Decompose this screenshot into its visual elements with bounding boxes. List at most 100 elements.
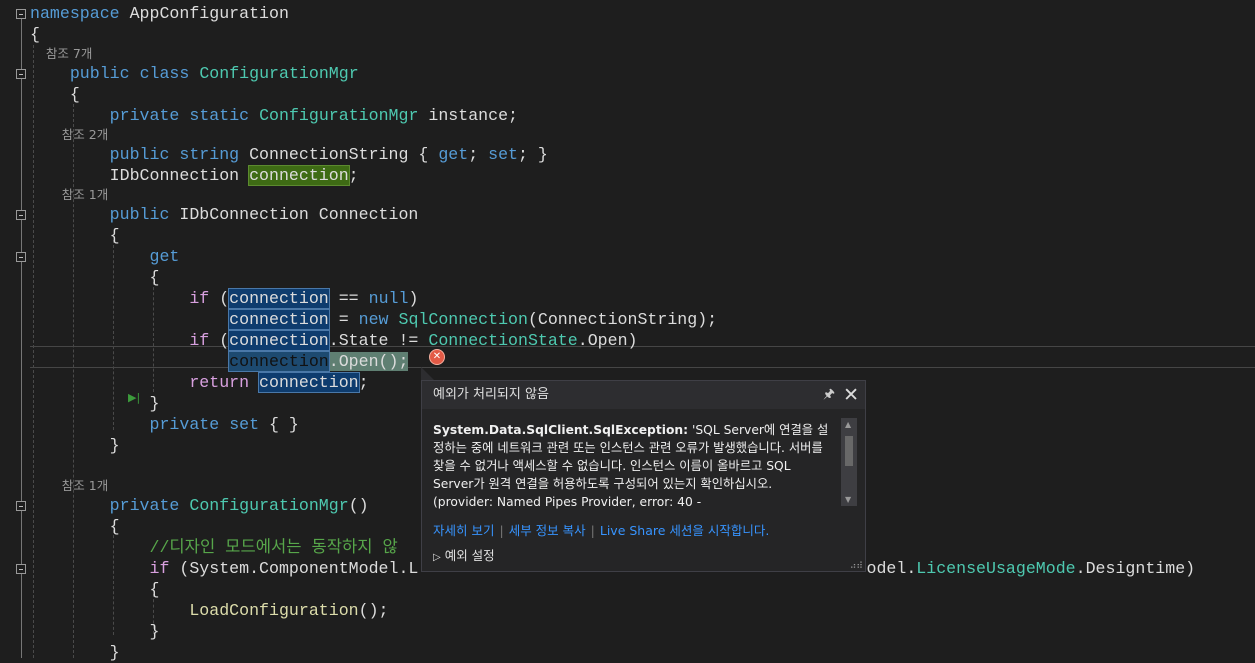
code-token: connection [258,372,360,393]
code-token: { [30,268,160,287]
code-token: null [368,289,409,308]
code-line: connection.Open(); [30,351,409,372]
collapse-icon[interactable] [16,564,26,574]
scroll-thumb[interactable] [845,436,853,466]
code-token: = [328,310,359,329]
collapse-icon[interactable] [16,9,26,19]
scroll-up-icon[interactable]: ▲ [845,420,851,429]
code-token: new [358,310,389,329]
code-token: (); [358,601,389,620]
code-token: 참조 1개 [30,187,109,202]
error-icon[interactable]: ✕ [429,349,445,365]
popup-title: 예외가 처리되지 않음 [433,387,549,402]
live-share-link[interactable]: Live Share 세션을 시작합니다. [600,523,770,538]
code-token: { [30,226,120,245]
code-token: { } [259,415,299,434]
code-token: .State != [328,331,429,350]
divider: | [590,523,595,538]
code-line: IDbConnection connection; [30,165,359,186]
code-token: (System.ComponentModel.L [169,559,419,578]
collapse-icon[interactable] [16,252,26,262]
code-token: SqlConnection [398,310,528,329]
close-icon[interactable]: ✕ [843,381,859,409]
codelens-references[interactable]: 참조 1개 [30,477,108,495]
code-token: namespace [30,4,120,23]
scroll-down-icon[interactable]: ▼ [845,495,851,504]
collapse-icon[interactable] [16,210,26,220]
exception-message: System.Data.SqlClient.SqlException: 'SQL… [433,421,831,511]
code-line: } [30,621,159,642]
code-line: } [30,642,120,663]
code-token: == [328,289,369,308]
code-line: return connection; [30,372,369,393]
code-token: ConnectionState [428,331,578,350]
code-line: { [30,24,40,45]
code-token: } [30,643,120,662]
code-line: private static ConfigurationMgr instance… [30,105,518,126]
codelens-references[interactable]: 참조 7개 [30,45,92,63]
codelens-references[interactable]: 참조 2개 [30,126,108,144]
divider: | [499,523,504,538]
code-token: .Designtime) [1075,559,1196,578]
code-token: IDbConnection Connection [169,205,419,224]
resize-grip-icon[interactable]: ⣠⣴ [850,559,863,569]
run-to-here-icon[interactable]: ▶| [128,391,140,404]
code-line: { [30,579,159,600]
code-line: //디자인 모드에서는 동작하지 않 [30,537,398,558]
code-line: connection = new SqlConnection(Connectio… [30,309,717,330]
code-token: get [149,247,180,266]
expand-triangle-icon: ▷ [433,552,441,563]
code-token: ConnectionString { [239,145,439,164]
exception-settings-toggle[interactable]: ▷ 예외 설정 [433,545,495,564]
code-token: ; [468,145,489,164]
code-token: connection [228,288,330,309]
codelens-references[interactable]: 참조 1개 [30,186,108,204]
code-token: { [30,517,120,536]
code-token: if [149,559,170,578]
pin-icon[interactable]: 🖈 [823,381,835,409]
code-token: set [488,145,518,164]
code-token: { [30,85,80,104]
code-line: LoadConfiguration(); [30,600,389,621]
code-token: { [30,25,40,44]
code-line: private ConfigurationMgr() [30,495,369,516]
code-token: 참조 1개 [30,478,109,493]
code-token: //디자인 모드에서는 동작하지 않 [149,538,398,557]
code-token: .Open) [577,331,638,350]
code-token: private [149,415,220,434]
code-line: } [30,435,120,456]
code-token: public [109,205,170,224]
view-details-link[interactable]: 자세히 보기 [433,523,494,538]
code-token: class [139,64,190,83]
message-scrollbar[interactable]: ▲ ▼ [841,418,857,506]
collapse-icon[interactable] [16,501,26,511]
collapse-icon[interactable] [16,69,26,79]
code-token: IDbConnection [30,166,250,185]
code-token: if [189,289,210,308]
code-token: (ConnectionString); [527,310,718,329]
code-line: public IDbConnection Connection [30,204,419,225]
code-token: 참조 2개 [30,127,109,142]
code-line: if (connection == null) [30,288,418,309]
copy-details-link[interactable]: 세부 정보 복사 [509,523,586,538]
exception-type: System.Data.SqlClient.SqlException: [433,423,689,437]
code-token: get [438,145,469,164]
outline-line [21,19,22,658]
code-token: ) [408,289,419,308]
code-token: private [109,496,180,515]
code-token: .Open(); [328,352,409,371]
